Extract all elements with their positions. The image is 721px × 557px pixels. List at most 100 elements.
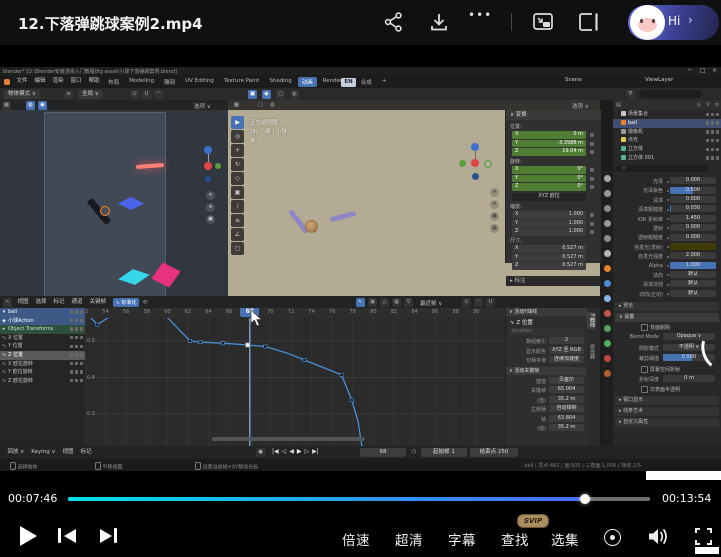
material-row[interactable]: 透射0.000 [613,223,721,232]
zoom-icon[interactable]: + [490,188,499,197]
chevron-right-icon[interactable]: › [688,13,693,27]
tool-add-cube[interactable]: ▢ [231,242,244,255]
subtitle-button[interactable]: 字幕 [448,529,476,549]
transform-field-z[interactable]: Z0.527 m [512,262,586,270]
options-icon[interactable]: ≡ [715,102,719,108]
current-frame-field[interactable]: 68 [360,448,406,457]
image-icon[interactable]: ▦ [392,298,401,307]
sss-checkbox[interactable] [641,386,648,393]
quality-button[interactable]: 超清 [395,529,423,549]
refraction-field[interactable]: 0 m [663,375,715,382]
material-field[interactable]: 1.450 [670,215,716,222]
channel-row[interactable]: ◈小球Action [0,317,85,326]
channel-row[interactable]: ▾ball [0,308,85,317]
workspace-tab[interactable]: 雕刻 [160,77,179,87]
transport-2[interactable]: ◀ [289,448,294,455]
material-slider[interactable]: 0.000 [670,196,716,203]
transform-field-x[interactable]: X0 m [512,131,586,139]
frame-end-field[interactable]: 结束点 250 [470,448,518,457]
preview-panel[interactable]: ▸ 预览 [615,302,719,311]
menubar-item[interactable]: 编辑 [31,75,49,88]
lock-icon[interactable] [590,133,594,137]
cursor-tool-icon[interactable]: ↖ [356,298,365,307]
graph-sidebar-tab-0[interactable]: F曲线 [587,312,596,329]
episodes-button[interactable]: 选集 [551,529,579,549]
progress-bar[interactable] [68,497,650,501]
workspace-tab[interactable]: 动画 [298,77,317,87]
ssr-checkbox[interactable] [641,366,648,373]
sidebar-row[interactable]: 数组索引2 [506,336,587,346]
workspace-tab[interactable]: 布局 [104,77,123,87]
gizmo-center[interactable] [204,162,212,170]
gizmo-neg-axis[interactable] [472,173,479,180]
material-row[interactable]: 法向默认 [613,270,721,279]
outliner-row[interactable]: 场景集合 [613,110,721,119]
visibility-icons[interactable] [706,139,720,143]
properties-tab-object-data[interactable] [604,340,611,347]
outliner-row[interactable]: 摄像机 [613,128,721,137]
find-button[interactable]: 查找 [501,529,529,549]
transport-1[interactable]: ◁ [282,448,287,455]
sidebar-row[interactable]: 句柄平滑连续加速度 [506,355,587,365]
channel-icons[interactable] [70,353,84,357]
visibility-icons[interactable] [706,148,720,152]
properties-tab-texture[interactable] [604,370,611,377]
material-row[interactable]: 光泽染色0.500 [613,185,721,194]
material-row[interactable]: 光泽0.000 [613,176,721,185]
gizmo-y-axis[interactable] [459,160,466,167]
transform-field-x[interactable]: X0° [512,166,586,174]
channel-row[interactable]: ∿Z 位置 [0,351,85,360]
collapsed-panel[interactable]: ▸ 自定义属性 [615,418,719,427]
material-row[interactable]: 切向(正切)默认 [613,289,721,298]
channel-icons[interactable] [70,379,84,383]
lock-icon[interactable] [590,230,594,234]
speed-button[interactable]: 倍速 [342,529,370,549]
graph-menu-item[interactable]: 标记 [50,296,68,309]
timeline-menu-item[interactable]: Keying ∨ [28,446,59,459]
properties-tab-object[interactable] [604,265,611,272]
timeline-menu-item[interactable]: 标记 [77,446,95,459]
properties-tab-tool[interactable] [604,175,611,182]
properties-tab-view-layer[interactable] [604,220,611,227]
tool-scale[interactable]: ◇ [231,172,244,185]
transform-field-z[interactable]: Z0° [512,183,586,191]
snap-dropdown[interactable]: 最近帧 ∨ [420,299,442,307]
record-icon[interactable]: ● [256,448,265,457]
pivot-icon[interactable]: ⊙ [462,298,471,307]
channel-icons[interactable] [70,345,84,349]
settings-panel-header[interactable]: ∨ 设置 [615,313,719,322]
visibility-icons[interactable] [706,121,720,125]
side-panel-icon[interactable] [578,11,600,33]
pip-icon[interactable] [532,11,554,33]
gizmo-x-axis[interactable] [215,163,221,169]
material-slider[interactable]: 0.000 [670,234,716,241]
channel-icons[interactable] [70,319,84,323]
next-episode-button[interactable] [100,529,112,543]
graph-menu-item[interactable]: 视图 [14,296,32,309]
menubar-item[interactable]: 文件 [13,75,31,88]
transform-field-y[interactable]: Y0° [512,175,586,183]
material-slider[interactable]: 0.000 [670,177,716,184]
lock-icon[interactable] [590,213,594,217]
outliner-row[interactable]: 立方体.001 [613,154,721,163]
sidebar-row[interactable]: (值)35.2 m [506,423,587,433]
channel-row[interactable]: ∿X 位置 [0,334,85,343]
properties-tab-modifiers[interactable] [604,280,611,287]
object-ball[interactable] [305,220,318,233]
material-slider[interactable]: 0.030 [670,205,716,212]
workspace-tab[interactable]: Modeling [125,77,158,87]
next-episode-button[interactable] [114,528,117,543]
material-menu[interactable]: 默认 [670,271,716,278]
transform-field-y[interactable]: Y-3.3588 m [512,140,586,148]
outliner-row[interactable]: ball [613,119,721,128]
timeline-menu-item[interactable]: 视图 [59,446,77,459]
sidebar-row[interactable]: 关键帧65.004 [506,385,587,395]
lock-icon[interactable] [590,177,594,181]
tool-angle[interactable]: ∠ [231,228,244,241]
tool-transform[interactable]: ▣ [231,186,244,199]
frame-start-field[interactable]: 起始帧 1 [421,448,467,457]
tool-annotate[interactable]: ∕ [231,200,244,213]
transform-field-y[interactable]: Y1.000 [512,220,586,228]
workspace-tab[interactable]: Texture Paint [220,77,264,87]
workspace-tab[interactable]: 合成 [357,77,376,87]
